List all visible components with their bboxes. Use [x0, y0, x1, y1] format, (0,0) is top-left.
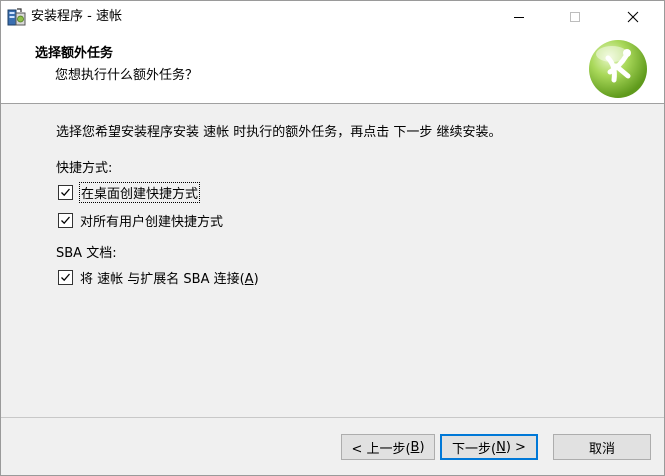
close-icon	[627, 11, 639, 22]
all-users-shortcut-checkbox[interactable]	[58, 212, 73, 228]
desktop-shortcut-checkbox[interactable]	[58, 184, 73, 200]
checkmark-icon	[61, 216, 70, 224]
sba-association-label: 将 速帐 与扩展名 SBA 连接(A)	[80, 271, 259, 287]
checkmark-icon	[61, 273, 70, 281]
sba-group-label: SBA 文档:	[56, 246, 117, 261]
title-bar: 安装程序 - 速帐	[1, 1, 664, 32]
all-users-shortcut-label: 对所有用户创建快捷方式	[80, 214, 224, 230]
page-subtitle: 您想执行什么额外任务？	[55, 68, 199, 83]
installer-window: 安装程序 - 速帐 选择额外任务 您想执行什么额外任务？ 选择您希望安装程序安装…	[0, 0, 665, 476]
desktop-shortcut-label: 在桌面创建快捷方式	[78, 181, 201, 203]
maximize-icon	[570, 11, 580, 22]
minimize-button[interactable]	[496, 1, 542, 32]
shortcuts-group-label: 快捷方式:	[56, 161, 113, 176]
minimize-icon	[514, 16, 524, 18]
task-desktop-shortcut[interactable]: 在桌面创建快捷方式	[58, 181, 201, 203]
wizard-header: 选择额外任务 您想执行什么额外任务？	[1, 32, 664, 104]
checkmark-icon	[61, 188, 70, 196]
task-all-users-shortcut[interactable]: 对所有用户创建快捷方式	[58, 210, 223, 230]
back-button[interactable]: < 上一步(B)	[341, 434, 435, 460]
task-panel: 选择您希望安装程序安装 速帐 时执行的额外任务，再点击 下一步 继续安装。 快捷…	[1, 105, 664, 417]
window-title: 安装程序 - 速帐	[31, 9, 122, 24]
task-description: 选择您希望安装程序安装 速帐 时执行的额外任务，再点击 下一步 继续安装。	[56, 125, 502, 140]
close-button[interactable]	[610, 1, 656, 32]
installer-icon	[7, 8, 26, 26]
page-title: 选择额外任务	[35, 46, 114, 61]
maximize-button[interactable]	[552, 1, 598, 32]
next-button[interactable]: 下一步(N) >	[440, 434, 538, 460]
cancel-button[interactable]: 取消	[553, 434, 651, 460]
wizard-logo	[589, 40, 647, 98]
sba-association-checkbox[interactable]	[58, 269, 73, 285]
task-sba-association[interactable]: 将 速帐 与扩展名 SBA 连接(A)	[58, 267, 259, 287]
footer-divider	[1, 417, 664, 418]
